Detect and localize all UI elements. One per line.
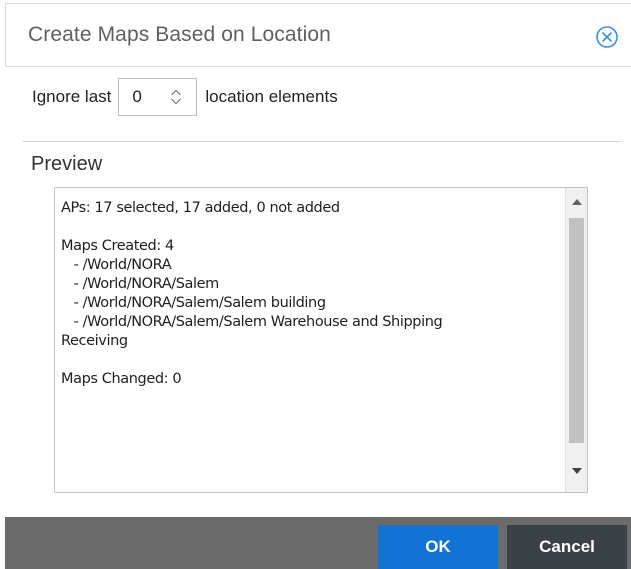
preview-line: - /World/NORA/Salem bbox=[61, 276, 220, 292]
scroll-up-icon[interactable] bbox=[566, 191, 587, 213]
preview-scrollbar[interactable] bbox=[565, 188, 587, 492]
preview-line bbox=[61, 218, 566, 237]
scroll-down-icon[interactable] bbox=[566, 460, 587, 482]
preview-content: APs: 17 selected, 17 added, 0 not added M… bbox=[61, 199, 566, 389]
ignore-suffix-label: location elements bbox=[205, 87, 338, 106]
dialog-footer: OK Cancel bbox=[5, 517, 631, 569]
section-divider bbox=[23, 141, 621, 142]
stepper-up-icon[interactable] bbox=[170, 88, 182, 97]
preview-line: Maps Created: 4 bbox=[61, 238, 174, 254]
ok-button[interactable]: OK bbox=[378, 525, 498, 569]
ignore-last-row: Ignore last 0 location elements bbox=[32, 78, 338, 116]
create-maps-dialog: Create Maps Based on Location Ignore las… bbox=[0, 0, 631, 569]
close-icon[interactable] bbox=[595, 25, 619, 49]
preview-line: Receiving bbox=[61, 333, 128, 349]
preview-line: - /World/NORA/Salem/Salem Warehouse and … bbox=[61, 314, 443, 330]
ignore-count-value[interactable]: 0 bbox=[132, 87, 141, 107]
stepper-arrows bbox=[170, 79, 182, 115]
scroll-thumb[interactable] bbox=[569, 218, 584, 443]
preview-line: Maps Changed: 0 bbox=[61, 371, 182, 387]
preview-line: - /World/NORA/Salem/Salem building bbox=[61, 295, 326, 311]
preview-line: - /World/NORA bbox=[61, 257, 172, 273]
stepper-down-icon[interactable] bbox=[170, 97, 182, 106]
ignore-count-stepper[interactable]: 0 bbox=[118, 78, 198, 116]
ignore-prefix-label: Ignore last bbox=[32, 87, 112, 106]
preview-line: APs: 17 selected, 17 added, 0 not added bbox=[61, 200, 340, 216]
dialog-header: Create Maps Based on Location bbox=[5, 3, 631, 67]
cancel-button[interactable]: Cancel bbox=[507, 525, 627, 569]
dialog-title: Create Maps Based on Location bbox=[28, 23, 331, 46]
preview-line bbox=[61, 351, 566, 370]
preview-label: Preview bbox=[31, 153, 103, 175]
preview-textarea[interactable]: APs: 17 selected, 17 added, 0 not added M… bbox=[54, 187, 588, 493]
